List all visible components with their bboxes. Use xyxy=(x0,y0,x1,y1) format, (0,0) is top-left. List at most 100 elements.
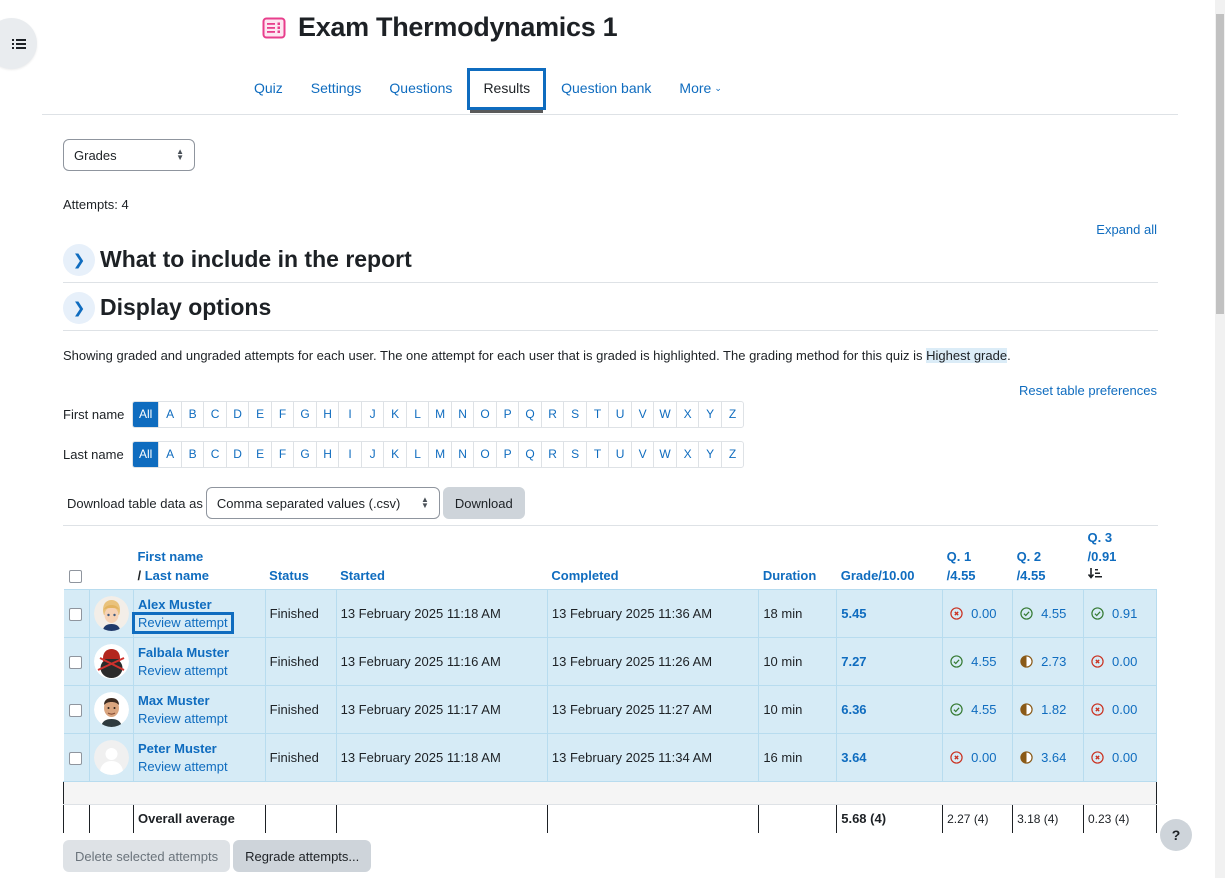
question-grade-link[interactable]: 2.73 xyxy=(1017,654,1066,669)
row-checkbox[interactable] xyxy=(68,656,82,670)
first-name-initial-x[interactable]: X xyxy=(675,402,699,427)
grade-link[interactable]: 7.27 xyxy=(841,654,866,669)
review-attempt-link[interactable]: Review attempt xyxy=(131,611,234,634)
last-name-initial-u[interactable]: U xyxy=(608,442,631,467)
report-type-select[interactable]: Grades ▲ ▼ xyxy=(63,139,195,171)
question-grade-link[interactable]: 0.00 xyxy=(1088,750,1137,765)
last-name-initial-o[interactable]: O xyxy=(473,442,496,467)
help-button[interactable]: ? xyxy=(1160,819,1192,851)
row-checkbox[interactable] xyxy=(68,608,82,622)
first-name-initial-a[interactable]: A xyxy=(158,402,181,427)
last-name-initial-v[interactable]: V xyxy=(630,442,654,467)
last-name-initial-w[interactable]: W xyxy=(653,442,676,467)
first-name-initial-all[interactable]: All xyxy=(133,402,159,427)
last-name-initial-j[interactable]: J xyxy=(360,442,384,467)
first-name-initial-i[interactable]: I xyxy=(338,402,361,427)
tab-quiz[interactable]: Quiz xyxy=(240,68,297,110)
question-grade-link[interactable]: 4.55 xyxy=(1017,606,1066,621)
first-name-initial-u[interactable]: U xyxy=(608,402,631,427)
grade-link[interactable]: 3.64 xyxy=(841,750,866,765)
sort-q3[interactable]: Q. 3/0.91 xyxy=(1087,530,1116,583)
first-name-initial-j[interactable]: J xyxy=(360,402,384,427)
sort-first-name[interactable]: First name xyxy=(137,549,203,564)
regrade-attempts-button[interactable]: Regrade attempts... xyxy=(233,840,372,872)
first-name-initial-f[interactable]: F xyxy=(270,402,294,427)
download-format-select[interactable]: Comma separated values (.csv) ▲ ▼ xyxy=(205,487,440,519)
first-name-initial-d[interactable]: D xyxy=(225,402,249,427)
tab-results[interactable]: Results xyxy=(467,68,547,113)
grade-link[interactable]: 6.36 xyxy=(841,702,866,717)
chevron-right-icon[interactable]: ❯ xyxy=(63,243,95,276)
user-name-link[interactable]: Falbala Muster xyxy=(138,644,261,662)
last-name-initial-c[interactable]: C xyxy=(203,442,226,467)
last-name-initial-n[interactable]: N xyxy=(450,442,474,467)
row-checkbox[interactable] xyxy=(68,752,82,766)
first-name-initial-h[interactable]: H xyxy=(315,402,339,427)
first-name-initial-e[interactable]: E xyxy=(248,402,271,427)
grade-link[interactable]: 5.45 xyxy=(841,606,866,621)
last-name-initial-all[interactable]: All xyxy=(133,442,159,467)
question-grade-link[interactable]: 0.00 xyxy=(1088,702,1137,717)
last-name-initial-h[interactable]: H xyxy=(315,442,339,467)
review-attempt-link[interactable]: Review attempt xyxy=(134,662,232,680)
first-name-initial-c[interactable]: C xyxy=(203,402,226,427)
first-name-initial-z[interactable]: Z xyxy=(720,402,744,427)
first-name-initial-t[interactable]: T xyxy=(585,402,609,427)
tab-more[interactable]: More ⌄ xyxy=(665,68,735,110)
user-name-link[interactable]: Alex Muster xyxy=(138,596,261,614)
first-name-initial-o[interactable]: O xyxy=(473,402,496,427)
row-checkbox[interactable] xyxy=(68,704,82,718)
review-attempt-link[interactable]: Review attempt xyxy=(134,758,232,776)
last-name-initial-g[interactable]: G xyxy=(293,442,316,467)
last-name-initial-t[interactable]: T xyxy=(585,442,609,467)
review-attempt-link[interactable]: Review attempt xyxy=(134,710,232,728)
question-grade-link[interactable]: 1.82 xyxy=(1017,702,1066,717)
last-name-initial-l[interactable]: L xyxy=(405,442,429,467)
user-name-link[interactable]: Max Muster xyxy=(138,692,261,710)
last-name-initial-y[interactable]: Y xyxy=(698,442,721,467)
last-name-initial-m[interactable]: M xyxy=(428,442,451,467)
first-name-initial-l[interactable]: L xyxy=(405,402,429,427)
sort-completed[interactable]: Completed xyxy=(551,568,618,583)
question-grade-link[interactable]: 4.55 xyxy=(947,702,996,717)
last-name-initial-x[interactable]: X xyxy=(675,442,699,467)
question-grade-link[interactable]: 0.91 xyxy=(1088,606,1137,621)
section-what-to-include[interactable]: ❯ What to include in the report xyxy=(63,237,1158,283)
first-name-initial-g[interactable]: G xyxy=(293,402,316,427)
question-grade-link[interactable]: 0.00 xyxy=(947,750,996,765)
last-name-initial-k[interactable]: K xyxy=(383,442,406,467)
tab-questions[interactable]: Questions xyxy=(375,68,466,110)
question-grade-link[interactable]: 3.64 xyxy=(1017,750,1066,765)
last-name-initial-s[interactable]: S xyxy=(563,442,586,467)
last-name-initial-b[interactable]: B xyxy=(180,442,204,467)
sort-q2[interactable]: Q. 2/4.55 xyxy=(1017,549,1046,583)
first-name-initial-v[interactable]: V xyxy=(630,402,654,427)
question-grade-link[interactable]: 4.55 xyxy=(947,654,996,669)
first-name-initial-r[interactable]: R xyxy=(540,402,564,427)
delete-selected-attempts-button[interactable]: Delete selected attempts xyxy=(63,840,231,872)
first-name-initial-k[interactable]: K xyxy=(383,402,406,427)
course-index-toggle[interactable] xyxy=(0,18,37,69)
question-grade-link[interactable]: 0.00 xyxy=(1088,654,1137,669)
scrollbar-thumb[interactable] xyxy=(1216,14,1224,314)
first-name-initial-w[interactable]: W xyxy=(653,402,676,427)
last-name-initial-z[interactable]: Z xyxy=(720,442,744,467)
sort-q1[interactable]: Q. 1/4.55 xyxy=(947,549,976,583)
last-name-initial-r[interactable]: R xyxy=(540,442,564,467)
last-name-initial-i[interactable]: I xyxy=(338,442,361,467)
first-name-initial-m[interactable]: M xyxy=(428,402,451,427)
sort-last-name[interactable]: Last name xyxy=(145,568,209,583)
tab-question-bank[interactable]: Question bank xyxy=(547,68,665,110)
question-grade-link[interactable]: 0.00 xyxy=(947,606,996,621)
sort-started[interactable]: Started xyxy=(340,568,385,583)
last-name-initial-p[interactable]: P xyxy=(495,442,519,467)
sort-grade[interactable]: Grade/10.00 xyxy=(841,568,915,583)
first-name-initial-p[interactable]: P xyxy=(495,402,519,427)
first-name-initial-b[interactable]: B xyxy=(180,402,204,427)
first-name-initial-y[interactable]: Y xyxy=(698,402,721,427)
chevron-right-icon[interactable]: ❯ xyxy=(63,291,95,324)
last-name-initial-a[interactable]: A xyxy=(158,442,181,467)
sort-status[interactable]: Status xyxy=(269,568,309,583)
first-name-initial-n[interactable]: N xyxy=(450,402,474,427)
last-name-initial-q[interactable]: Q xyxy=(518,442,541,467)
